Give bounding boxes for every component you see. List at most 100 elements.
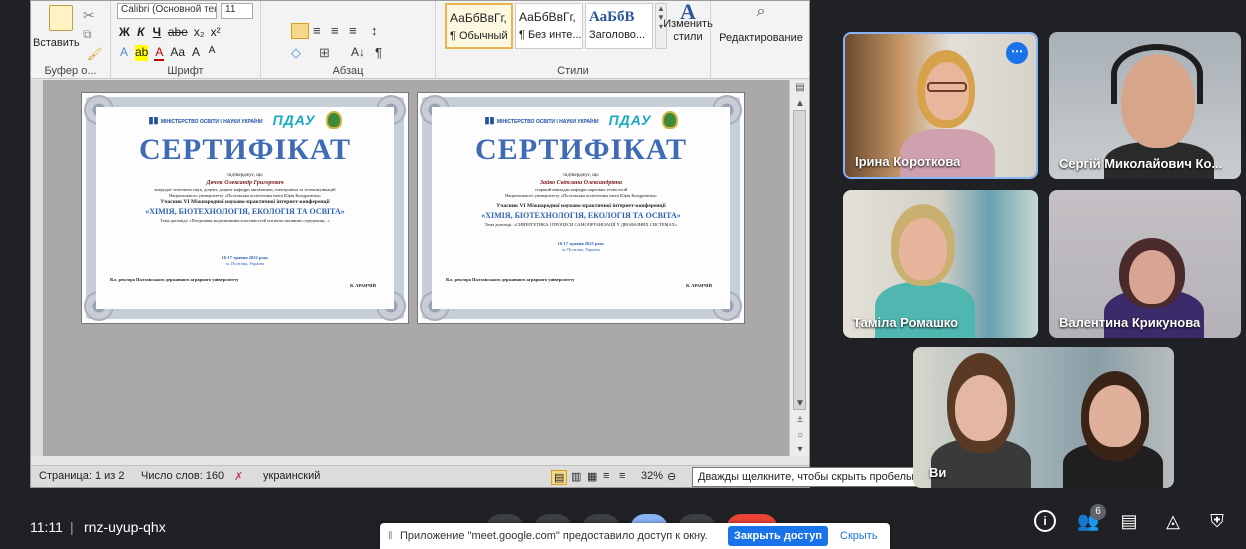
certificate-body: ▮▮ МІНІСТЕРСТВО ОСВІТИ І НАУКИ УКРАЇНИ П… [96, 107, 394, 309]
participant-face [955, 375, 1007, 441]
drag-handle-icon[interactable]: ‖ [388, 530, 393, 542]
editing-label: Редактирование [719, 32, 803, 44]
shrink-font-button[interactable]: A [207, 45, 217, 61]
participant-tile[interactable]: Валентина Крикунова [1049, 190, 1241, 338]
certificate-conference: «ХІМІЯ, БІОТЕХНОЛОГІЯ, ЕКОЛОГІЯ ТА ОСВІТ… [481, 211, 681, 220]
borders-icon[interactable]: ⊞ [319, 45, 330, 61]
certificate-signer-name: В. АРАНЧІЙ [350, 283, 376, 288]
participant-name: Таміла Ромашко [853, 315, 959, 330]
grow-font-button[interactable]: A [191, 45, 201, 61]
stop-sharing-button[interactable]: Закрыть доступ [728, 526, 828, 546]
share-notice-text: Приложение "meet.google.com" предоставил… [400, 530, 708, 542]
style-heading[interactable]: АаБбВ Заголово... [585, 3, 653, 49]
browse-object-icon[interactable]: ○ [790, 430, 810, 441]
paste-icon[interactable] [49, 5, 73, 31]
print-layout-view-icon[interactable]: ▤ [551, 470, 568, 485]
align-left-icon[interactable] [291, 23, 309, 39]
cut-icon[interactable]: ✂ [83, 7, 95, 24]
style-normal[interactable]: АаБбВвГг, ¶ Обычный [445, 3, 513, 49]
zoom-out-icon[interactable]: ⊖ [667, 470, 676, 483]
align-center-icon[interactable]: ≡ [313, 23, 321, 38]
editing-button[interactable]: ⌕ Редактирование [716, 4, 806, 45]
full-screen-view-icon[interactable]: ▥ [571, 470, 581, 483]
page-count[interactable]: Страница: 1 из 2 [39, 470, 125, 482]
style-normal-preview: АаБбВвГг, [450, 11, 507, 25]
draft-view-icon[interactable]: ≡ [619, 470, 625, 482]
style-heading-label: Заголово... [589, 29, 646, 41]
certificate-date: 16-17 травня 2022 року [221, 255, 269, 260]
align-right-icon[interactable]: ≡ [331, 23, 339, 38]
hide-notice-button[interactable]: Скрыть [840, 530, 878, 542]
chat-icon[interactable]: ▤ [1118, 510, 1140, 532]
show-marks-icon[interactable]: ¶ [375, 45, 382, 60]
participant-tile-self[interactable]: Ви [913, 347, 1174, 488]
ruler-toggle-icon[interactable]: ▤ [790, 82, 810, 93]
certificate-signer-title: В.о. ректора Полтавського державного агр… [446, 277, 575, 282]
people-count-badge: 6 [1090, 504, 1106, 520]
scroll-down-icon[interactable]: ▼ [790, 398, 810, 409]
copy-icon[interactable]: ⧉ [83, 27, 92, 42]
bold-button[interactable]: Ж [119, 25, 130, 39]
style-heading-preview: АаБбВ [589, 9, 635, 25]
scroll-up-icon[interactable]: ▲ [790, 98, 810, 109]
line-spacing-icon[interactable]: ↕ [371, 23, 378, 38]
italic-button[interactable]: К [136, 25, 146, 39]
font-color-row: A ab A Aa A A [119, 45, 217, 61]
more-options-icon[interactable]: ⋯ [1006, 42, 1028, 64]
document-area[interactable]: ▮▮ МІНІСТЕРСТВО ОСВІТИ І НАУКИ УКРАЇНИ П… [31, 80, 789, 456]
university-crest-icon [661, 111, 678, 129]
style-no-spacing[interactable]: АаБбВвГг, ¶ Без инте... [515, 3, 583, 49]
host-controls-icon[interactable]: ⛨ [1206, 510, 1228, 532]
certificate-person: Дячок Олександр Григорович [206, 180, 284, 186]
certificate-title: СЕРТИФІКАТ [475, 133, 687, 166]
font-size-select[interactable]: 11 [221, 3, 253, 19]
vertical-scrollbar[interactable]: ▤ ▲ ▼ ± ○ ▾ [789, 80, 809, 456]
ribbon: Вставить ✂ ⧉ 🖌 Буфер о... Calibri (Основ… [31, 1, 809, 79]
change-styles-label: Изменить стили [663, 18, 713, 43]
glasses-icon [927, 82, 967, 92]
word-window: Вставить ✂ ⧉ 🖌 Буфер о... Calibri (Основ… [30, 0, 810, 488]
shading-icon[interactable]: ◇ [291, 45, 301, 61]
prev-page-icon[interactable]: ± [790, 414, 810, 425]
participant-tile[interactable]: Сергій Миколайович Ко... [1049, 32, 1241, 179]
headphones-icon [1111, 44, 1203, 104]
certificate-university: Національного університету «Полтавська п… [169, 193, 321, 198]
participant-face [899, 218, 947, 280]
university-crest-icon [325, 111, 342, 129]
meeting-time: 11:11 [30, 519, 63, 535]
scroll-thumb[interactable] [793, 110, 806, 410]
pdau-logo: ПДАУ [608, 112, 652, 128]
participant-name: Валентина Крикунова [1059, 315, 1201, 330]
sort-icon[interactable]: A↓ [351, 45, 365, 59]
participant-tile[interactable]: ⋯ Ірина Короткова [843, 32, 1038, 179]
subscript-button[interactable]: x₂ [194, 25, 205, 39]
word-count[interactable]: Число слов: 160 [141, 470, 224, 482]
web-layout-view-icon[interactable]: ▦ [587, 470, 597, 483]
zoom-level[interactable]: 32% [641, 470, 663, 482]
certificate-page-2: ▮▮ МІНІСТЕРСТВО ОСВІТИ І НАУКИ УКРАЇНИ П… [417, 92, 745, 324]
justify-icon[interactable]: ≡ [349, 23, 357, 38]
certificate-date: 16-17 травня 2022 року [557, 241, 605, 246]
next-page-icon[interactable]: ▾ [790, 444, 810, 455]
highlight-button[interactable]: ab [135, 45, 149, 61]
outline-view-icon[interactable]: ≡ [603, 470, 609, 482]
strikethrough-button[interactable]: abe [168, 25, 188, 39]
vertical-ruler [31, 80, 43, 456]
language-indicator[interactable]: украинский [263, 470, 320, 482]
screen-share-notice: ‖ Приложение "meet.google.com" предостав… [380, 523, 890, 549]
font-group-label: Шрифт [167, 65, 204, 77]
info-icon[interactable]: i [1034, 510, 1056, 532]
activities-icon[interactable]: ◬ [1162, 510, 1184, 532]
change-case-button[interactable]: Aa [170, 45, 185, 61]
text-effects-button[interactable]: A [119, 45, 129, 61]
meeting-code[interactable]: rnz-uyup-qhx [84, 519, 166, 535]
proofing-icon[interactable]: ✗ [234, 470, 243, 483]
font-color-button[interactable]: A [154, 45, 165, 61]
participant-tile[interactable]: Таміла Ромашко [843, 190, 1038, 338]
superscript-button[interactable]: x² [211, 25, 221, 39]
underline-button[interactable]: Ч [152, 25, 162, 39]
font-name-select[interactable]: Calibri (Основной тек [117, 3, 217, 19]
change-styles-button[interactable]: A Изменить стили [663, 1, 713, 44]
paste-button[interactable]: Вставить [33, 37, 80, 49]
format-painter-icon[interactable]: 🖌 [87, 47, 102, 61]
